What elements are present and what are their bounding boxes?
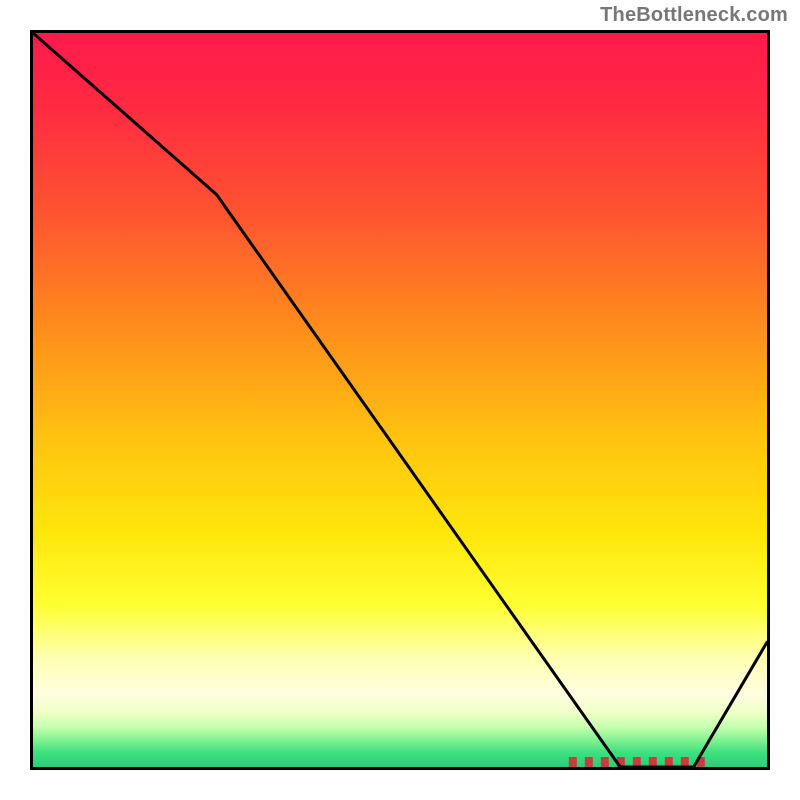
- chart-overlay: [33, 33, 767, 767]
- attribution-text: TheBottleneck.com: [600, 4, 788, 27]
- chart-frame: [30, 30, 770, 770]
- bottleneck-curve: [33, 33, 767, 767]
